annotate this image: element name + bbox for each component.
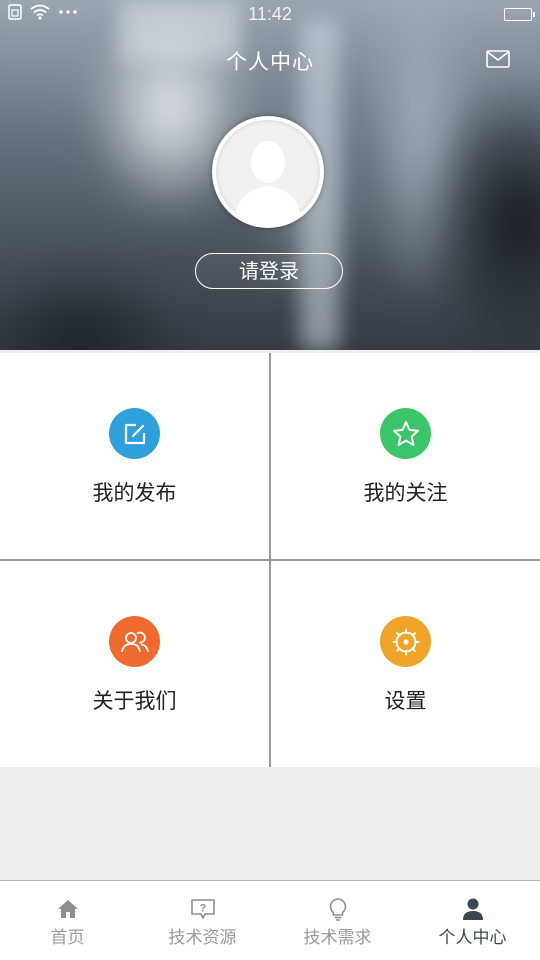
nav-label: 个人中心 <box>438 928 507 948</box>
battery-icon <box>504 8 535 21</box>
bottom-nav: 首页 ? 技术资源 技术需求 个人中心 <box>0 880 540 960</box>
people-icon-badge <box>109 616 160 667</box>
nav-label: 首页 <box>50 928 85 948</box>
menu-item-label: 我的发布 <box>92 481 177 505</box>
nav-label: 技术需求 <box>303 928 372 948</box>
nav-label: 技术资源 <box>168 928 237 948</box>
nav-icon-wrap <box>270 897 405 921</box>
star-icon-badge <box>380 408 431 459</box>
menu-grid: 我的发布 我的关注 关于我们 设置 <box>0 353 540 767</box>
nav-item-home[interactable]: 首页 <box>0 881 135 960</box>
mail-icon[interactable] <box>486 50 510 68</box>
avatar[interactable] <box>212 116 324 228</box>
menu-item-my-follows[interactable]: 我的关注 <box>271 353 540 559</box>
status-bar: 11:42 <box>0 0 540 30</box>
avatar-placeholder <box>216 120 320 224</box>
status-time: 11:42 <box>248 4 292 24</box>
menu-item-label: 我的关注 <box>363 481 448 505</box>
bulb-icon <box>329 898 346 921</box>
menu-item-label: 关于我们 <box>92 689 177 713</box>
svg-text:?: ? <box>199 903 206 915</box>
star-icon <box>392 420 419 446</box>
edit-icon <box>124 423 145 444</box>
login-button[interactable]: 请登录 <box>195 253 343 289</box>
home-icon <box>57 900 78 918</box>
page-title: 个人中心 <box>226 50 314 74</box>
edit-icon-badge <box>109 408 160 459</box>
user-icon <box>462 898 483 920</box>
menu-item-label: 设置 <box>384 689 427 713</box>
settings-icon <box>392 628 419 655</box>
grid-divider-horizontal <box>0 559 540 561</box>
menu-item-settings[interactable]: 设置 <box>271 561 540 767</box>
profile-header: 11:42 个人中心 请登录 <box>0 0 540 350</box>
menu-item-my-posts[interactable]: 我的发布 <box>0 353 269 559</box>
people-icon <box>120 631 149 652</box>
screen: 11:42 个人中心 请登录 我的发布 我的关注 关于我们 设置 首页 ? 技术… <box>0 0 540 960</box>
menu-item-about-us[interactable]: 关于我们 <box>0 561 269 767</box>
nav-icon-wrap <box>405 897 540 921</box>
question-icon: ? <box>190 899 215 919</box>
nav-icon-wrap <box>0 897 135 921</box>
nav-icon-wrap: ? <box>135 897 270 921</box>
nav-item-tech-demands[interactable]: 技术需求 <box>270 881 405 960</box>
nav-item-tech-resources[interactable]: ? 技术资源 <box>135 881 270 960</box>
user-silhouette-icon <box>234 141 302 224</box>
settings-icon-badge <box>380 616 431 667</box>
nav-item-personal-center[interactable]: 个人中心 <box>405 881 540 960</box>
